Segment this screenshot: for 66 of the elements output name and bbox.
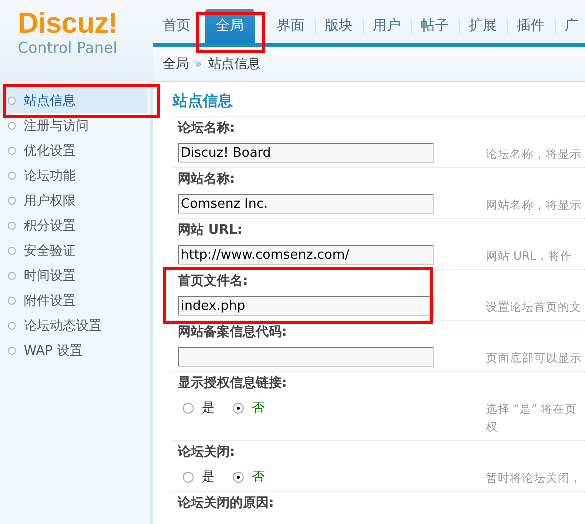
sidebar-item[interactable]: 时间设置 [0,263,147,288]
sidebar-item[interactable]: 论坛功能 [0,163,147,188]
input-field[interactable]: Discuz! Board [178,143,434,163]
nav-tab[interactable]: 全局 [205,9,255,43]
bullet-icon [8,196,16,204]
radio-button[interactable] [183,472,194,482]
breadcrumb-item: 站点信息 [208,56,260,73]
nav-tab[interactable]: 界面 [267,17,315,43]
hint-text: 页面底部可以显示 [486,350,583,367]
setting-label: 首页文件名: [178,274,250,290]
nav-tab[interactable]: 帖子 [411,17,459,43]
setting-label: 网站 URL: [178,223,244,239]
bullet-icon [8,296,16,304]
hint-text: 网站名称，将显示 [486,197,583,214]
sidebar-item[interactable]: 注册与访问 [0,113,147,138]
nav-tab[interactable]: 版块 [315,17,363,43]
setting-label: 网站备案信息代码: [178,325,288,341]
breadcrumb-item[interactable]: 全局 [163,55,189,73]
sidebar-item[interactable]: 优化设置 [0,138,147,163]
sidebar-item[interactable]: 积分设置 [0,213,147,238]
nav-tab[interactable]: 扩展 [459,17,507,43]
section-title: 站点信息 [173,92,585,117]
setting-label: 网站名称: [178,172,236,188]
radio-label: 否 [252,400,265,417]
setting-label: 论坛名称: [178,121,236,137]
nav-tab[interactable]: 广 [555,17,585,43]
setting-label: 显示授权信息链接: [178,376,288,392]
logo-title: Discuz! [18,8,118,40]
sidebar-item[interactable]: 附件设置 [0,288,147,313]
bullet-icon [8,246,16,254]
nav-tab[interactable]: 插件 [507,17,555,43]
hint-text: 设置论坛首页的文 [486,299,583,316]
nav-tab[interactable]: 首页 [153,17,201,43]
hint-text: 论坛名称，将显示 [486,146,583,163]
bullet-icon [8,346,16,354]
hint-text: 网站 URL，将作 [486,248,574,265]
bullet-icon [8,122,16,130]
setting-label: 论坛关闭: [178,445,236,461]
sidebar-item[interactable]: 论坛动态设置 [0,313,147,338]
breadcrumb-separator: » [195,57,202,71]
bullet-icon [8,222,16,230]
input-field[interactable]: Comsenz Inc. [178,194,434,214]
bullet-icon [8,146,16,154]
radio-button[interactable] [183,402,194,414]
radio-label: 否 [252,469,265,486]
sidebar-item[interactable]: 站点信息 [0,88,147,113]
sidebar-item[interactable]: WAP 设置 [0,338,147,363]
input-field[interactable]: http://www.comsenz.com/ [178,245,434,265]
radio-label: 是 [202,469,215,486]
bullet-icon [8,96,16,104]
hint-text: 权 [486,419,499,436]
hint-text: 暂时将论坛关闭， [486,470,583,487]
bullet-icon [8,172,16,180]
radio-button[interactable] [233,472,244,482]
sidebar-item[interactable]: 安全验证 [0,238,147,263]
radio-button[interactable] [233,402,244,414]
input-field[interactable]: index.php [178,296,434,316]
bullet-icon [8,322,16,330]
sidebar-item[interactable]: 用户权限 [0,188,147,213]
bullet-icon [8,272,16,280]
logo-subtitle: Control Panel [18,39,118,57]
hint-text: 选择 “是” 将在页 [486,401,578,418]
setting-label: 论坛关闭的原因: [178,496,276,512]
nav-tab[interactable]: 用户 [363,17,411,43]
input-field[interactable] [178,347,434,367]
radio-label: 是 [202,400,215,417]
